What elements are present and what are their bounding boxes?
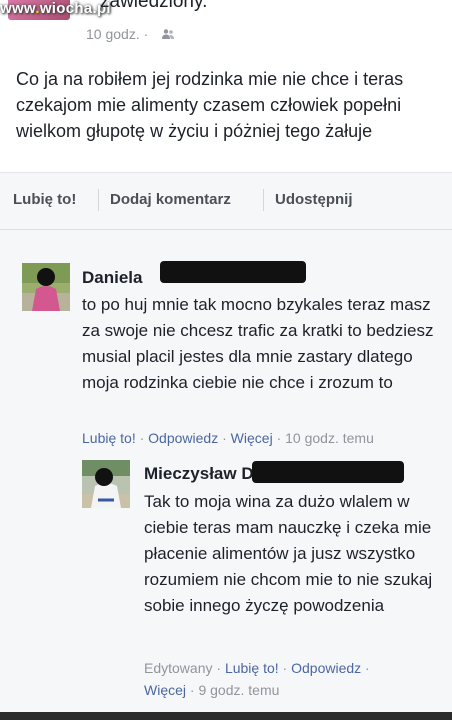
- meta-separator: ·: [278, 660, 292, 676]
- post-text: Co ja na robiłem jej rodzinka mie nie ch…: [16, 69, 404, 141]
- reply-author[interactable]: Mieczysław D: [144, 464, 254, 484]
- meta-separator: ·: [135, 430, 149, 446]
- reply-edited-label[interactable]: Edytowany: [144, 660, 212, 676]
- audience-friends-icon[interactable]: [162, 28, 175, 40]
- watermark-name: wiocha: [39, 0, 93, 17]
- comment-avatar[interactable]: [22, 263, 70, 311]
- watermark: www.wiocha.pl: [0, 0, 111, 17]
- post-meta: 10 godz. ·: [86, 26, 175, 42]
- comment-reply-link[interactable]: Odpowiedz: [148, 430, 218, 446]
- comment-meta: Lubię to! · Odpowiedz · Więcej · 10 godz…: [82, 430, 374, 446]
- post-time[interactable]: 10 godz. ·: [86, 26, 148, 42]
- redaction-bar: [252, 461, 404, 483]
- comment-like-link[interactable]: Lubię to!: [82, 430, 136, 446]
- reply-more-link[interactable]: Więcej: [144, 682, 186, 698]
- meta-separator: ·: [361, 660, 370, 676]
- action-divider: [263, 189, 264, 211]
- avatar-photo-icon: [22, 263, 70, 311]
- bottom-edge-bar: [0, 712, 452, 720]
- post-action-bar: Lubię to! Dodaj komentarz Udostępnij: [0, 172, 452, 230]
- redaction-bar: [160, 261, 306, 283]
- comment-time[interactable]: · 10 godz. temu: [273, 430, 374, 446]
- meta-separator: ·: [218, 430, 231, 446]
- reply-reply-link[interactable]: Odpowiedz: [291, 660, 361, 676]
- reply-text: Tak to moja wina za dużo wlalem w ciebie…: [144, 492, 433, 615]
- post-header: www.wiocha.pl zawiedziony. 10 godz. ·: [0, 0, 452, 42]
- comment-text: to po huj mnie tak mocno bzykales teraz …: [82, 295, 434, 392]
- watermark-prefix: www: [0, 0, 36, 17]
- post-title-fragment: zawiedziony.: [100, 0, 208, 12]
- avatar-photo-icon: [82, 460, 130, 508]
- add-comment-button[interactable]: Dodaj komentarz: [110, 191, 231, 208]
- like-button[interactable]: Lubię to!: [13, 191, 76, 208]
- reply-avatar[interactable]: [82, 460, 130, 508]
- reply-like-link[interactable]: Lubię to!: [225, 660, 279, 676]
- action-divider: [98, 189, 99, 211]
- comments-section: Daniela to po huj mnie tak mocno bzykale…: [0, 230, 452, 720]
- reply-meta: Edytowany · Lubię to! · Odpowiedz · Więce…: [144, 657, 444, 701]
- meta-separator: ·: [212, 660, 225, 676]
- comment-more-link[interactable]: Więcej: [231, 430, 273, 446]
- reply-author-name: Mieczysław: [144, 464, 237, 483]
- reply-time[interactable]: · 9 godz. temu: [186, 682, 280, 698]
- share-button[interactable]: Udostępnij: [275, 191, 353, 208]
- comment-author[interactable]: Daniela: [82, 268, 142, 288]
